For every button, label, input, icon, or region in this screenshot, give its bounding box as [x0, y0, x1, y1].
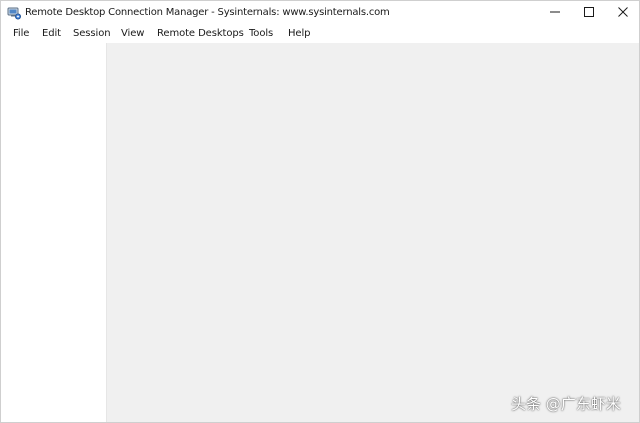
window-title: Remote Desktop Connection Manager - Sysi… [25, 7, 390, 18]
server-tree-panel[interactable] [1, 43, 107, 422]
maximize-button[interactable] [572, 1, 606, 24]
menu-bar: File Edit Session View Remote Desktops T… [1, 24, 639, 43]
menu-edit[interactable]: Edit [42, 27, 61, 40]
watermark-text: 头条 @广东虾米 [511, 395, 621, 413]
menu-session[interactable]: Session [73, 27, 111, 40]
close-button[interactable] [606, 1, 639, 24]
rdcman-app-icon[interactable] [7, 5, 21, 20]
minimize-icon [550, 11, 560, 13]
close-icon [618, 7, 628, 17]
menu-file[interactable]: File [13, 27, 29, 40]
maximize-icon [584, 7, 594, 17]
app-window: Remote Desktop Connection Manager - Sysi… [0, 0, 640, 423]
minimize-button[interactable] [538, 1, 572, 24]
menu-remote-desktops[interactable]: Remote Desktops [157, 27, 244, 40]
title-bar[interactable]: Remote Desktop Connection Manager - Sysi… [1, 1, 639, 24]
remote-desktop-view-area[interactable] [107, 43, 639, 422]
menu-help[interactable]: Help [288, 27, 311, 40]
menu-view[interactable]: View [121, 27, 144, 40]
menu-tools[interactable]: Tools [249, 27, 273, 40]
